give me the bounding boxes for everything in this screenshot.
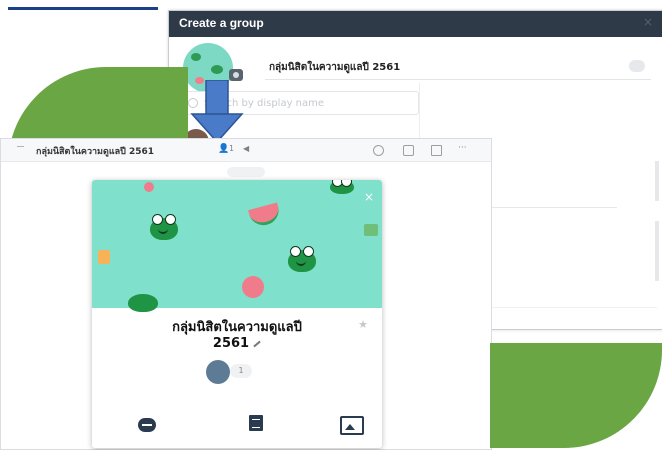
scrollbar[interactable] bbox=[655, 161, 659, 201]
speaker-icon[interactable]: ◀ bbox=[243, 144, 253, 154]
leaf-shape bbox=[364, 224, 378, 236]
dialog-titlebar: Create a group × bbox=[169, 11, 662, 37]
fruit-shape bbox=[144, 182, 154, 192]
notes-icon[interactable] bbox=[249, 415, 263, 431]
group-name-value: กลุ่มนิสิตในความดูแลปี 2561 bbox=[269, 62, 401, 73]
member-count-badge[interactable]: 1 bbox=[230, 364, 252, 378]
top-decoration-line bbox=[8, 7, 158, 10]
chat-header: กลุ่มนิสิตในความดูแลปี 2561 👤 1 ◀ ··· bbox=[1, 139, 491, 162]
frog-shape bbox=[128, 294, 158, 312]
notes-icon[interactable] bbox=[431, 145, 442, 156]
frog-shape bbox=[211, 65, 223, 74]
group-profile-card: × กลุ่มนิสิตในความดูแลปี 2561 ★ 1 bbox=[92, 180, 382, 448]
frog-shape bbox=[191, 53, 201, 61]
frog-shape bbox=[150, 214, 178, 240]
person-icon[interactable]: 👤 bbox=[218, 144, 229, 154]
green-decoration-bottom bbox=[490, 343, 662, 448]
down-arrow-icon bbox=[190, 80, 244, 144]
group-name: กลุ่มนิสิตในความดูแลปี 2561 bbox=[92, 320, 382, 352]
close-icon[interactable]: × bbox=[364, 190, 374, 204]
member-avatar[interactable] bbox=[206, 360, 230, 384]
watermelon-shape bbox=[248, 202, 282, 229]
album-icon[interactable] bbox=[340, 416, 364, 435]
right-field-line bbox=[489, 207, 617, 208]
back-icon[interactable] bbox=[17, 146, 24, 147]
clear-icon[interactable] bbox=[629, 60, 645, 72]
cover-image: × bbox=[92, 180, 382, 312]
chat-icon[interactable] bbox=[138, 418, 156, 432]
frog-shape bbox=[330, 180, 354, 194]
group-name-year-text: 2561 bbox=[212, 336, 250, 351]
scrollbar[interactable] bbox=[655, 221, 659, 281]
search-icon[interactable] bbox=[373, 145, 384, 156]
group-name-year: 2561 bbox=[92, 336, 382, 352]
date-chip bbox=[227, 167, 265, 177]
close-icon[interactable]: × bbox=[643, 15, 653, 29]
star-icon[interactable]: ★ bbox=[358, 318, 368, 331]
member-count: 1 bbox=[229, 144, 235, 153]
chat-title: กลุ่มนิสิตในความดูแลปี 2561 bbox=[36, 147, 155, 157]
edit-icon[interactable] bbox=[253, 340, 261, 347]
more-icon[interactable]: ··· bbox=[458, 143, 467, 153]
fruit-shape bbox=[242, 276, 264, 298]
dialog-footer bbox=[469, 307, 657, 328]
group-name-field[interactable]: กลุ่มนิสิตในความดูแลปี 2561 bbox=[265, 57, 651, 80]
dialog-title: Create a group bbox=[179, 16, 264, 30]
frog-shape bbox=[288, 246, 316, 272]
call-icon[interactable] bbox=[403, 145, 414, 156]
group-name-line: กลุ่มนิสิตในความดูแลปี bbox=[172, 320, 302, 335]
fruit-shape bbox=[98, 250, 110, 264]
